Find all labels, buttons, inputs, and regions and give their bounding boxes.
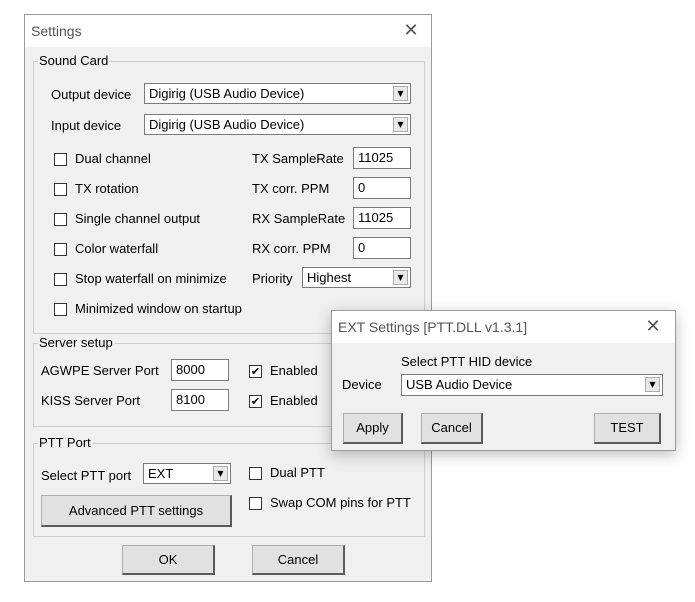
dual-channel-checkbox[interactable] bbox=[54, 153, 67, 166]
chevron-down-icon[interactable]: ▼ bbox=[393, 86, 408, 101]
priority-select[interactable]: Highest ▼ bbox=[302, 267, 411, 288]
device-value: USB Audio Device bbox=[406, 377, 513, 392]
close-icon[interactable]: ✕ bbox=[401, 21, 421, 41]
tx-samplerate-label: TX SampleRate bbox=[252, 151, 344, 166]
swap-com-label[interactable]: Swap COM pins for PTT bbox=[270, 495, 411, 510]
rx-ppm-label: RX corr. PPM bbox=[252, 241, 331, 256]
ok-button[interactable]: OK bbox=[122, 545, 215, 575]
kiss-enabled-label[interactable]: Enabled bbox=[270, 393, 318, 408]
kiss-enabled-checkbox[interactable]: ✔ bbox=[249, 395, 262, 408]
chevron-down-icon[interactable]: ▼ bbox=[213, 466, 228, 481]
settings-title: Settings bbox=[31, 23, 82, 39]
cancel-button[interactable]: Cancel bbox=[252, 545, 345, 575]
single-channel-checkbox[interactable] bbox=[54, 213, 67, 226]
single-channel-label[interactable]: Single channel output bbox=[75, 211, 200, 226]
chevron-down-icon[interactable]: ▼ bbox=[393, 270, 408, 285]
ext-settings-window: EXT Settings [PTT.DLL v1.3.1] ✕ Select P… bbox=[331, 310, 676, 451]
apply-button[interactable]: Apply bbox=[343, 413, 403, 444]
dual-channel-label[interactable]: Dual channel bbox=[75, 151, 151, 166]
dual-ptt-label[interactable]: Dual PTT bbox=[270, 465, 325, 480]
output-device-select[interactable]: Digirig (USB Audio Device) ▼ bbox=[144, 83, 411, 104]
agwpe-enabled-label[interactable]: Enabled bbox=[270, 363, 318, 378]
device-label: Device bbox=[342, 377, 382, 392]
agwpe-enabled-checkbox[interactable]: ✔ bbox=[249, 365, 262, 378]
ptt-port-select[interactable]: EXT ▼ bbox=[143, 463, 231, 484]
output-device-value: Digirig (USB Audio Device) bbox=[149, 86, 305, 101]
swap-com-checkbox[interactable] bbox=[249, 497, 262, 510]
output-device-label: Output device bbox=[51, 87, 132, 102]
agwpe-port-input[interactable]: 8000 bbox=[171, 359, 229, 381]
sound-card-group-label: Sound Card bbox=[38, 53, 110, 68]
settings-window: Settings ✕ Sound Card Output device Digi… bbox=[24, 14, 432, 582]
tx-ppm-input[interactable]: 0 bbox=[353, 177, 411, 199]
kiss-port-input[interactable]: 8100 bbox=[171, 389, 229, 411]
kiss-port-label: KISS Server Port bbox=[41, 393, 140, 408]
ptt-port-value: EXT bbox=[148, 466, 174, 481]
rx-samplerate-input[interactable]: 11025 bbox=[353, 207, 411, 229]
color-waterfall-label[interactable]: Color waterfall bbox=[75, 241, 158, 256]
ext-titlebar[interactable]: EXT Settings [PTT.DLL v1.3.1] ✕ bbox=[332, 311, 675, 343]
input-device-value: Digirig (USB Audio Device) bbox=[149, 117, 305, 132]
ext-title: EXT Settings [PTT.DLL v1.3.1] bbox=[338, 319, 528, 335]
color-waterfall-checkbox[interactable] bbox=[54, 243, 67, 256]
chevron-down-icon[interactable]: ▼ bbox=[393, 117, 408, 132]
dual-ptt-checkbox[interactable] bbox=[249, 467, 262, 480]
select-hid-label: Select PTT HID device bbox=[401, 354, 533, 369]
priority-value: Highest bbox=[307, 270, 352, 285]
stop-waterfall-label[interactable]: Stop waterfall on minimize bbox=[75, 271, 227, 286]
ext-cancel-button[interactable]: Cancel bbox=[421, 413, 483, 444]
tx-ppm-label: TX corr. PPM bbox=[252, 181, 330, 196]
stop-waterfall-checkbox[interactable] bbox=[54, 273, 67, 286]
priority-label: Priority bbox=[252, 271, 293, 286]
chevron-down-icon[interactable]: ▼ bbox=[645, 377, 660, 392]
settings-titlebar[interactable]: Settings ✕ bbox=[25, 15, 431, 47]
test-button[interactable]: TEST bbox=[594, 413, 661, 444]
select-ptt-port-label: Select PTT port bbox=[41, 468, 132, 483]
minimized-startup-checkbox[interactable] bbox=[54, 303, 67, 316]
tx-rotation-checkbox[interactable] bbox=[54, 183, 67, 196]
tx-samplerate-input[interactable]: 11025 bbox=[353, 147, 411, 169]
input-device-label: Input device bbox=[51, 118, 122, 133]
agwpe-port-label: AGWPE Server Port bbox=[41, 363, 159, 378]
ptt-port-group-label: PTT Port bbox=[38, 435, 92, 450]
advanced-ptt-settings-button[interactable]: Advanced PTT settings bbox=[41, 495, 232, 527]
server-setup-group-label: Server setup bbox=[38, 335, 114, 350]
close-icon[interactable]: ✕ bbox=[643, 317, 663, 337]
rx-ppm-input[interactable]: 0 bbox=[353, 237, 411, 259]
rx-samplerate-label: RX SampleRate bbox=[252, 211, 346, 226]
minimized-startup-label[interactable]: Minimized window on startup bbox=[75, 301, 242, 316]
tx-rotation-label[interactable]: TX rotation bbox=[75, 181, 139, 196]
input-device-select[interactable]: Digirig (USB Audio Device) ▼ bbox=[144, 114, 411, 135]
device-select[interactable]: USB Audio Device ▼ bbox=[401, 374, 663, 396]
